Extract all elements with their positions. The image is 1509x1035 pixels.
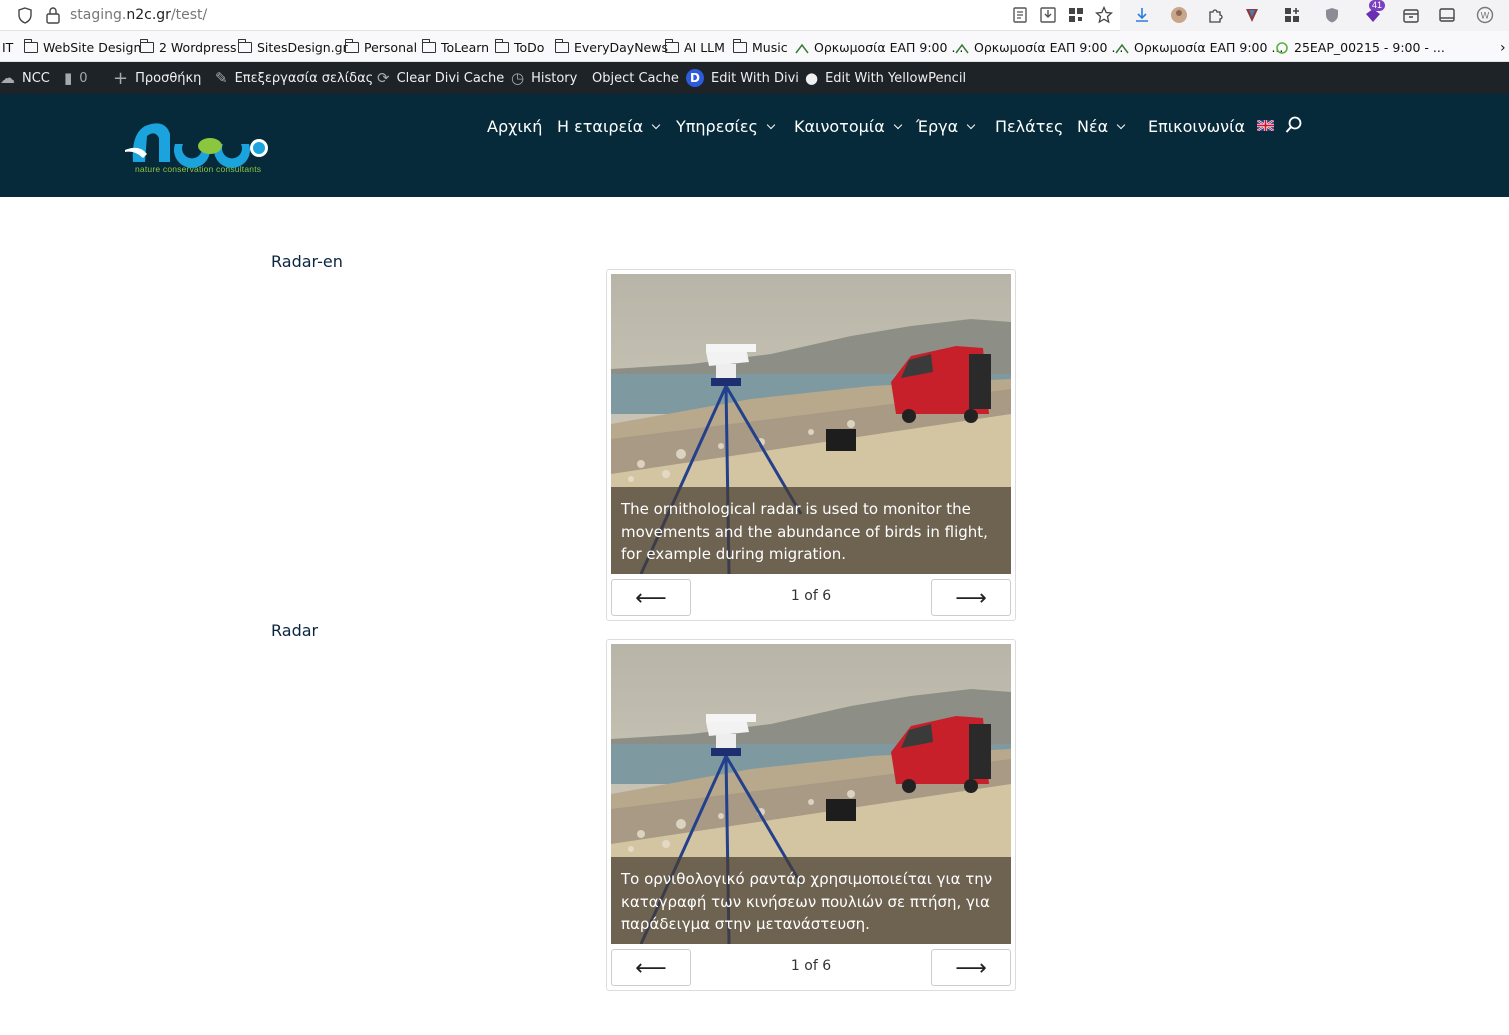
nav-services[interactable]: Υπηρεσίες [676,117,776,136]
extensions-puzzle-icon[interactable] [1206,6,1224,24]
plus-icon: + [113,68,129,89]
chevron-down-icon [651,120,661,129]
svg-text:W: W [1481,12,1490,22]
folder-icon [237,39,252,53]
admin-edit-yellowpencil[interactable]: ● Edit With YellowPencil [805,69,966,87]
bookmark-link[interactable]: 25EAP_00215 - 9:00 - ... [1275,40,1445,55]
divi-icon: D [686,69,704,87]
slide-caption: The ornithological radar is used to moni… [611,487,1011,574]
grid-plus-icon[interactable] [1283,6,1301,24]
next-slide-button[interactable]: ⟶ [931,949,1011,986]
smiley-favicon-icon [1276,41,1288,54]
folder-icon [664,39,679,53]
arrow-right-icon: ⟶ [955,954,987,980]
url-field[interactable]: staging.n2c.gr/test/ [0,0,1120,31]
nav-home[interactable]: Αρχική [487,117,542,136]
container-tabs-icon[interactable] [1402,6,1420,24]
bookmark-folder[interactable]: Personal [344,39,417,55]
eap-favicon-icon [1115,43,1129,53]
bookmark-folder[interactable]: WebSite Design [23,39,141,55]
eap-favicon-icon [955,43,969,53]
bookmark-link[interactable]: Ορκωμοσία ΕΑΠ 9:00 ... [955,40,1123,55]
reader-view-icon[interactable] [1011,6,1029,24]
admin-edit-page[interactable]: ✎ Επεξεργασία σελίδας [215,69,373,87]
eap-favicon-icon [795,43,809,53]
bookmark-folder[interactable]: SitesDesign.gr [237,39,348,55]
wp-admin-bar: ☁ NCC ▮ 0 + Προσθήκη ✎ Επεξεργασία σελίδας ⟳… [0,62,1509,94]
bookmarks-overflow-icon[interactable]: › [1500,40,1506,56]
admin-edit-divi[interactable]: D Edit With Divi [686,69,799,87]
bookmark-star-icon[interactable] [1094,5,1114,24]
admin-comments[interactable]: ▮ 0 [64,69,88,87]
admin-object-cache[interactable]: Object Cache [592,71,679,86]
bookmark-folder[interactable]: ToLearn [421,39,489,55]
shield-icon[interactable] [17,7,33,24]
folder-icon [23,39,38,53]
bookmark-folder[interactable]: 2 Wordpress [139,39,237,55]
nav-projects[interactable]: Έργα [916,117,976,136]
bookmark-it[interactable]: IT [2,40,13,55]
extension-badge-count: 41 [1369,0,1386,11]
image-slider-gr: Το ορνιθολογικό ραντάρ χρησιμοποιείται γ… [606,639,1016,991]
admin-site-name[interactable]: ☁ NCC [0,69,50,87]
wordpress-icon[interactable]: W [1476,6,1494,24]
nav-news[interactable]: Νέα [1077,117,1126,136]
section-label-radar: Radar [271,621,319,640]
bookmarks-bar: IT WebSite Design 2 Wordpress SitesDesig… [0,31,1509,62]
dashboard-icon: ☁ [0,69,15,87]
privacy-badger-icon[interactable] [1323,6,1341,24]
search-icon[interactable] [1285,116,1303,134]
profile-avatar-icon[interactable] [1170,6,1188,24]
admin-history[interactable]: ◷ History [511,69,577,87]
nav-innovation[interactable]: Καινοτομία [794,117,902,136]
slide-caption: Το ορνιθολογικό ραντάρ χρησιμοποιείται γ… [611,857,1011,944]
download-icon[interactable] [1133,6,1151,24]
next-slide-button[interactable]: ⟶ [931,579,1011,616]
chevron-down-icon [1116,120,1126,129]
bookmark-link[interactable]: Ορκωμοσία ΕΑΠ 9:00 ... [1115,40,1283,55]
section-label-radar-en: Radar-en [271,252,343,271]
lock-icon[interactable] [45,6,61,24]
bookmark-folder[interactable]: Music [732,39,788,55]
folder-icon [139,39,154,53]
yellowpencil-icon: ● [805,69,819,87]
browser-toolbar: staging.n2c.gr/test/ 41 W [0,0,1509,31]
admin-clear-cache[interactable]: ⟳ Clear Divi Cache [377,69,504,87]
save-page-icon[interactable] [1039,6,1057,24]
url-text[interactable]: staging.n2c.gr/test/ [70,7,207,23]
folder-icon [554,39,569,53]
bookmark-folder[interactable]: ToDo [494,39,544,55]
folder-icon [494,39,509,53]
nav-contact[interactable]: Επικοινωνία [1148,117,1245,136]
sidebar-toggle-icon[interactable] [1438,6,1456,24]
comment-icon: ▮ [64,69,73,87]
bookmark-folder[interactable]: AI LLM [664,39,725,55]
site-header: nature conservation consultants Αρχική Η… [0,94,1509,197]
uk-flag-icon[interactable] [1257,120,1274,131]
admin-add-new[interactable]: + Προσθήκη [113,68,201,89]
pencil-icon: ✎ [215,69,228,87]
folder-icon [732,39,747,53]
chevron-down-icon [966,120,976,129]
chevron-down-icon [893,120,902,129]
nav-company[interactable]: Η εταιρεία [557,117,661,136]
qr-code-icon[interactable] [1067,6,1085,24]
chevron-down-icon [766,120,776,129]
bookmark-link[interactable]: Ορκωμοσία ΕΑΠ 9:00 ... [795,40,963,55]
bookmark-folder[interactable]: EveryDayNews [554,39,668,55]
vivaldi-v-icon[interactable] [1243,6,1261,24]
arrow-right-icon: ⟶ [955,584,987,610]
folder-icon [344,39,359,53]
slide-image: The ornithological radar is used to moni… [611,274,1011,574]
logo-tagline: nature conservation consultants [135,164,262,174]
history-icon: ◷ [511,69,525,87]
nav-clients[interactable]: Πελάτες [995,117,1063,136]
refresh-icon: ⟳ [377,69,390,87]
folder-icon [421,39,436,53]
slide-image: Το ορνιθολογικό ραντάρ χρησιμοποιείται γ… [611,644,1011,944]
image-slider-en: The ornithological radar is used to moni… [606,269,1016,621]
